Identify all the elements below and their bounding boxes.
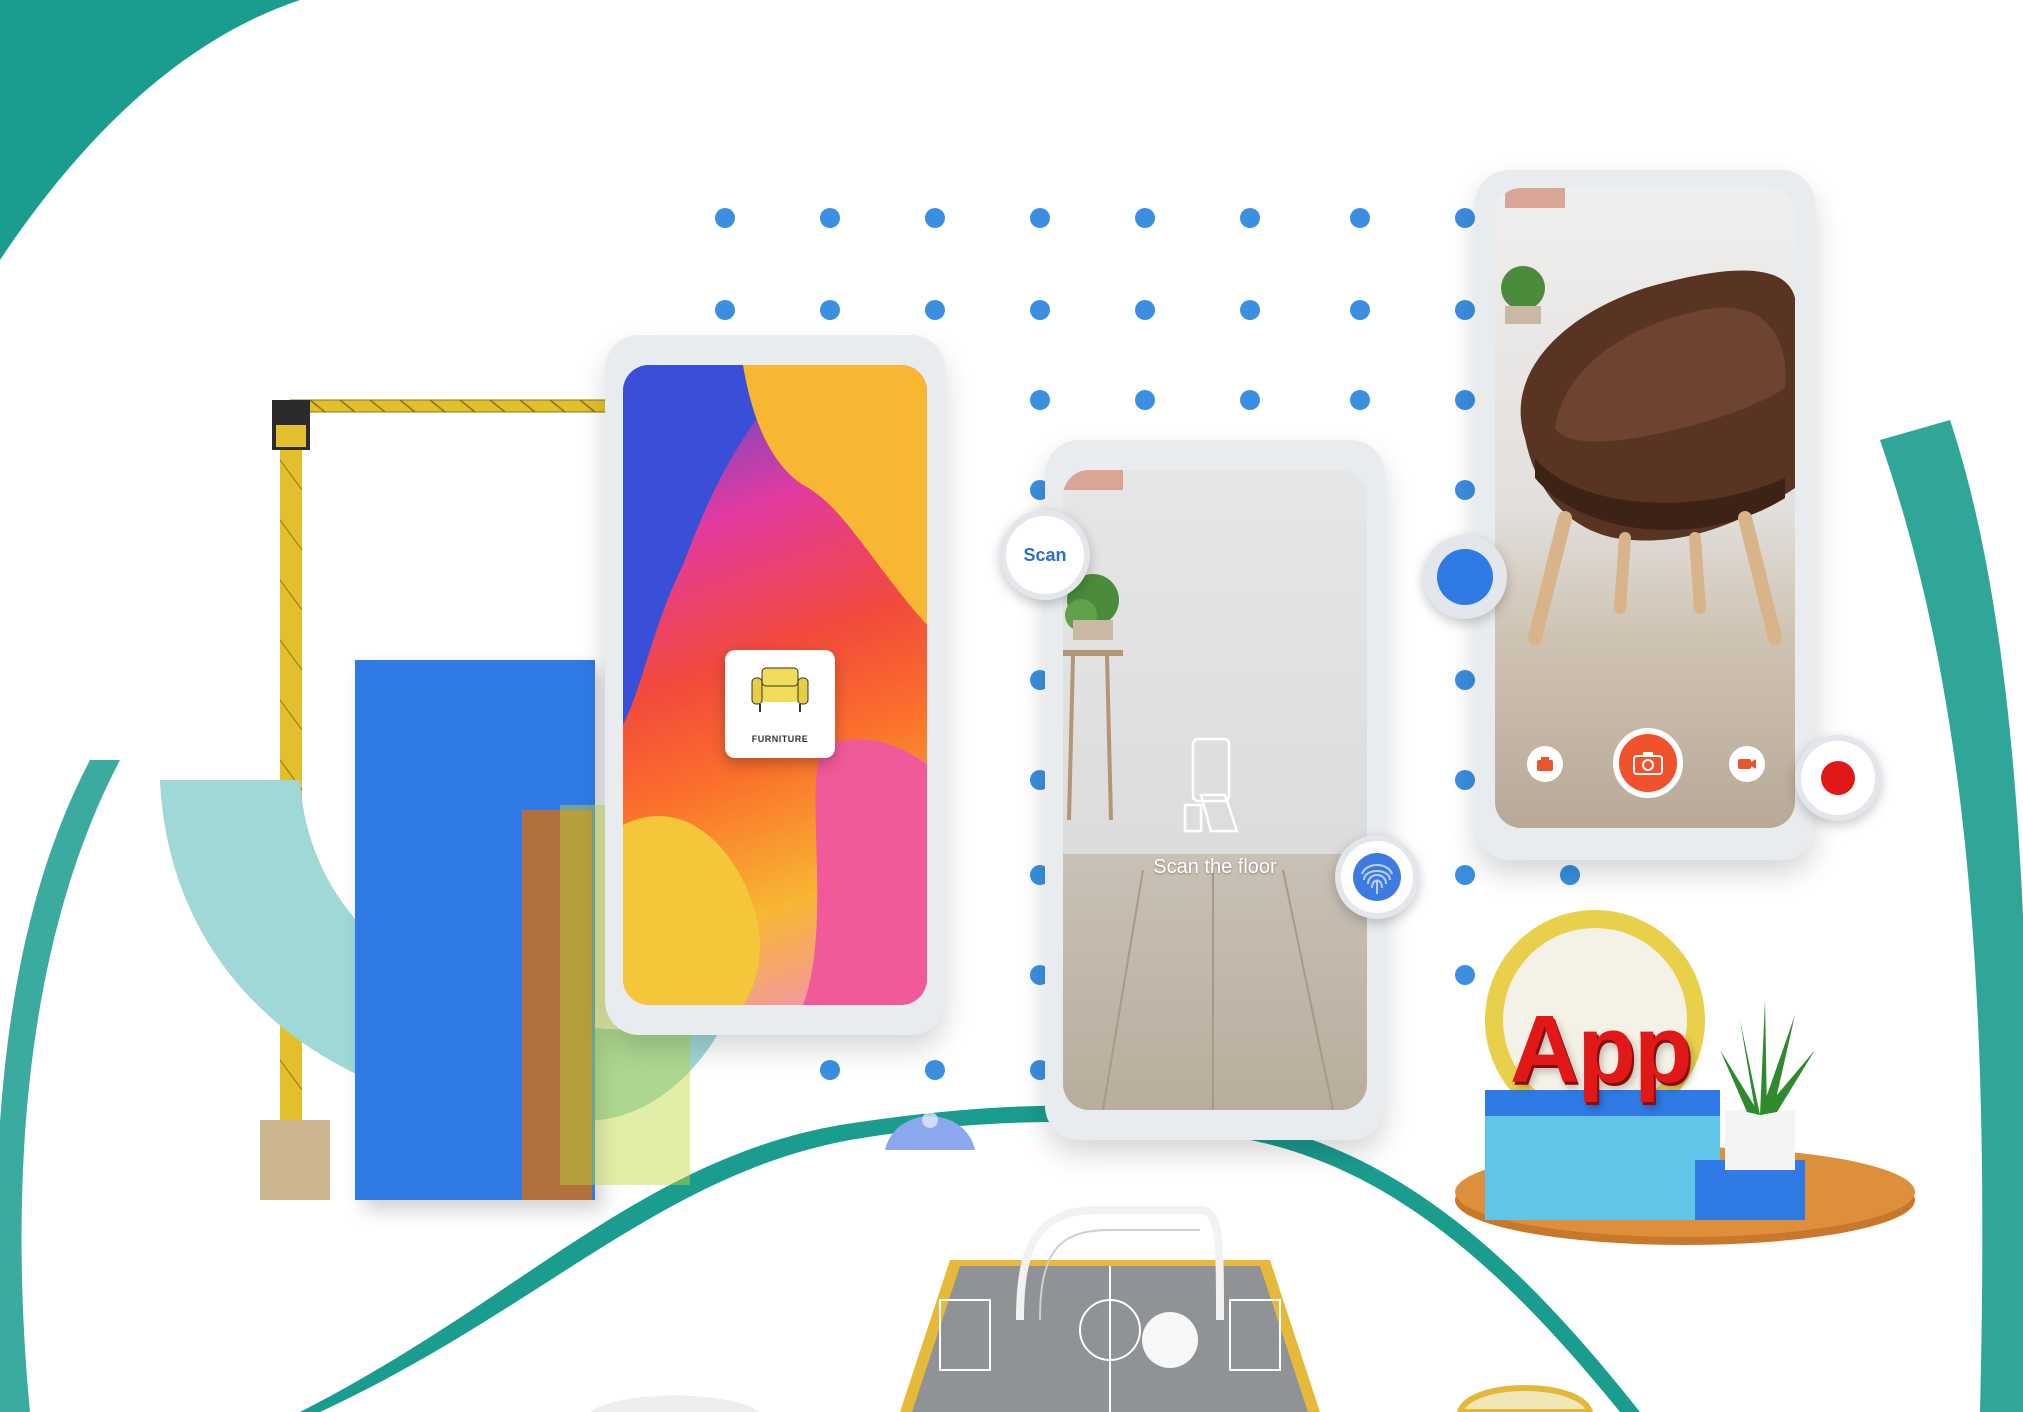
phone-chair-screen <box>1495 188 1795 828</box>
armchair-icon <box>751 667 809 712</box>
record-icon <box>1821 761 1855 795</box>
app-label: App <box>1510 996 1693 1103</box>
phone-chair <box>1475 170 1815 860</box>
grid-dot <box>1455 670 1475 690</box>
scan-floor-text: Scan the floor <box>1153 856 1277 878</box>
grid-dot <box>715 300 735 320</box>
soccer-field-illustration <box>900 1206 1320 1412</box>
grid-dot <box>1030 390 1050 410</box>
furniture-card[interactable]: FURNITURE <box>725 650 835 758</box>
grid-dot <box>1350 390 1370 410</box>
scan-button[interactable]: Scan <box>1000 510 1090 600</box>
grid-dot <box>820 300 840 320</box>
phone-furniture: FURNITURE <box>605 335 945 1035</box>
partial-object <box>1456 1385 1594 1412</box>
grid-dot <box>1240 300 1260 320</box>
record-button[interactable] <box>1795 735 1881 821</box>
grid-dot <box>820 208 840 228</box>
grid-dot <box>1350 208 1370 228</box>
video-icon <box>1738 759 1756 769</box>
sphere-object <box>885 1112 975 1150</box>
phone-furniture-screen: FURNITURE <box>623 365 927 1005</box>
grid-dot <box>1455 300 1475 320</box>
camera-capture-icon <box>1633 752 1663 775</box>
blue-dot-button[interactable] <box>1423 535 1507 619</box>
grid-dot <box>1240 208 1260 228</box>
camera-small-icon <box>1537 757 1553 771</box>
grid-dot <box>715 208 735 228</box>
grid-dot <box>1455 770 1475 790</box>
fingerprint-icon <box>1353 853 1401 901</box>
grid-dot <box>925 300 945 320</box>
furniture-label: FURNITURE <box>751 734 809 744</box>
grid-dot <box>1455 865 1475 885</box>
grid-dot <box>1560 865 1580 885</box>
grid-dot <box>1135 208 1155 228</box>
grid-dot <box>1455 208 1475 228</box>
grid-dot <box>1030 300 1050 320</box>
phone-scan: Scan the floor <box>1045 440 1385 1140</box>
partial-object-left <box>590 1395 760 1412</box>
grid-dot <box>1350 300 1370 320</box>
grid-dot <box>925 208 945 228</box>
video-button[interactable] <box>1729 746 1765 782</box>
phone-scan-icon <box>1183 737 1239 833</box>
blue-dot-icon <box>1437 549 1493 605</box>
capture-button[interactable] <box>1613 728 1683 798</box>
grid-dot <box>1030 208 1050 228</box>
grid-dot <box>1455 480 1475 500</box>
phone-scan-screen: Scan the floor <box>1063 470 1367 1110</box>
scan-button-label: Scan <box>1023 544 1067 565</box>
camera-small-button[interactable] <box>1527 746 1563 782</box>
grid-dot <box>1135 300 1155 320</box>
grid-dot <box>1135 390 1155 410</box>
hero-illustration: FURNITURE Scan the floor Scan App <box>0 0 2023 1412</box>
grid-dot <box>1240 390 1260 410</box>
grid-dot <box>1455 390 1475 410</box>
